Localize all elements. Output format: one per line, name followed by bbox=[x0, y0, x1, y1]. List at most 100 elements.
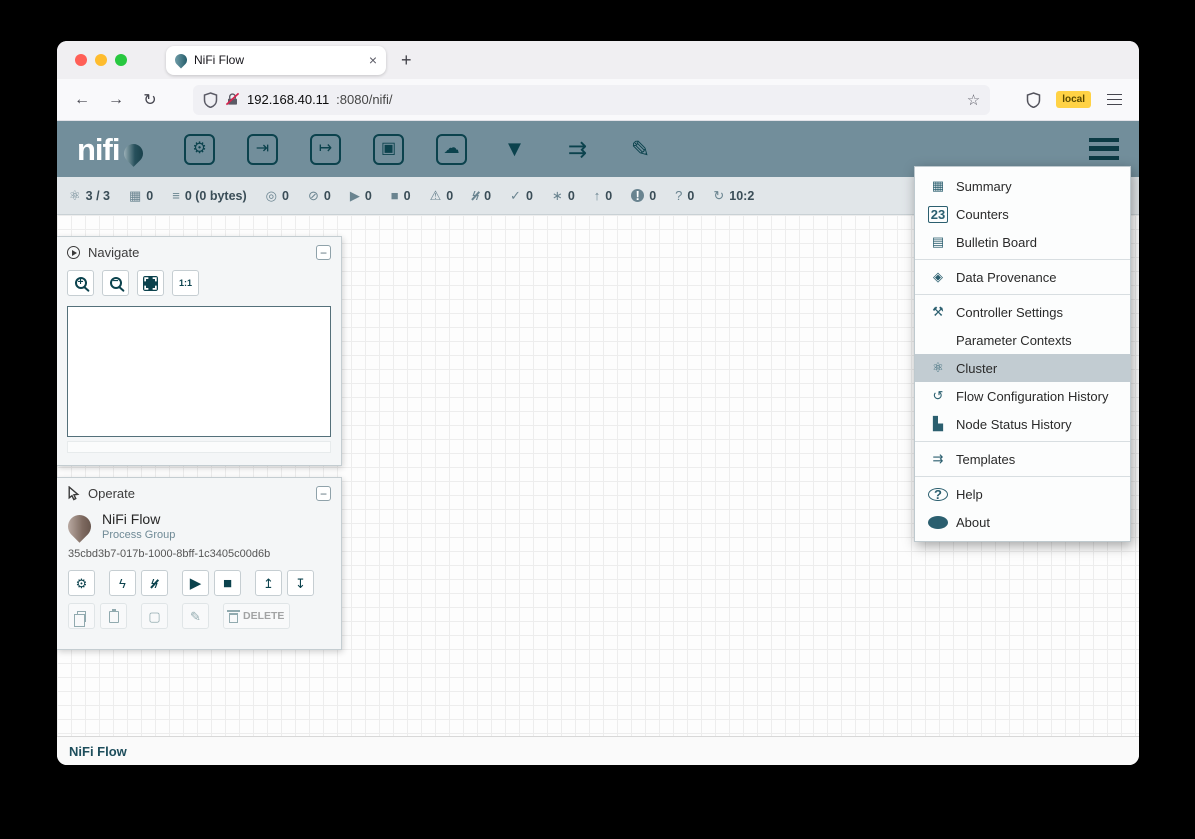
gear-icon: ⚙ bbox=[76, 577, 88, 590]
menu-item-label: Controller Settings bbox=[956, 305, 1063, 320]
url-path-text: :8080/nifi/ bbox=[336, 92, 392, 107]
menu-item-node-status-history[interactable]: ▙ Node Status History bbox=[915, 410, 1130, 438]
zoom-in-button[interactable] bbox=[67, 270, 94, 296]
stale-count-value: 0 bbox=[605, 189, 612, 203]
menu-item-bulletin-board[interactable]: ▤Bulletin Board bbox=[915, 228, 1130, 256]
templates-icon: ⇉ bbox=[928, 451, 948, 467]
locally-modified-stale-count: !0 bbox=[631, 189, 656, 203]
zoom-fit-button[interactable] bbox=[137, 270, 164, 296]
create-template-button[interactable]: ↧ bbox=[287, 570, 314, 596]
active-threads-icon: ▦ bbox=[129, 189, 141, 202]
about-icon: i bbox=[928, 516, 948, 529]
birdseye-view[interactable] bbox=[67, 306, 331, 437]
group-icon: ▢ bbox=[148, 610, 160, 623]
enable-button[interactable]: ϟ bbox=[109, 570, 136, 596]
configuration-button[interactable]: ⚙ bbox=[68, 570, 95, 596]
birdseye-strip bbox=[67, 441, 331, 453]
active-thread-count-value: 0 bbox=[146, 189, 153, 203]
transmitting-count-value: 0 bbox=[282, 189, 289, 203]
global-menu-button[interactable] bbox=[1089, 138, 1119, 160]
funnel-component[interactable]: ▼ bbox=[496, 138, 534, 160]
close-tab-icon[interactable]: × bbox=[369, 52, 377, 68]
tracking-protection-shield-icon[interactable] bbox=[203, 92, 218, 108]
menu-item-flow-configuration-history[interactable]: ↺Flow Configuration History bbox=[915, 382, 1130, 410]
menu-item-help[interactable]: ?Help bbox=[915, 480, 1130, 508]
navigate-icon bbox=[67, 246, 80, 259]
menu-item-controller-settings[interactable]: ⚒Controller Settings bbox=[915, 298, 1130, 326]
fit-icon bbox=[143, 276, 158, 291]
insecure-lock-icon[interactable] bbox=[225, 92, 240, 107]
funnel-icon: ▼ bbox=[504, 138, 526, 160]
zoom-actual-button[interactable]: 1:1 bbox=[172, 270, 199, 296]
nifi-drop-icon bbox=[120, 140, 147, 167]
menu-divider bbox=[915, 476, 1130, 477]
data-provenance-icon: ◈ bbox=[928, 269, 948, 285]
menu-item-label: About bbox=[956, 515, 990, 530]
upload-template-button[interactable]: ↥ bbox=[255, 570, 282, 596]
menu-item-data-provenance[interactable]: ◈Data Provenance bbox=[915, 263, 1130, 291]
browser-menu-button[interactable] bbox=[1099, 85, 1129, 115]
breadcrumb-bar: NiFi Flow bbox=[57, 736, 1139, 765]
start-button[interactable]: ▶ bbox=[182, 570, 209, 596]
label-component[interactable]: ✎ bbox=[622, 138, 660, 161]
menu-item-summary[interactable]: ▦Summary bbox=[915, 172, 1130, 200]
window-minimize-button[interactable] bbox=[95, 54, 107, 66]
queued-icon: ≡ bbox=[172, 189, 180, 202]
process-group-component[interactable]: ▣ bbox=[370, 134, 408, 165]
operate-header: Operate − bbox=[57, 478, 341, 509]
nifi-favicon-icon bbox=[173, 52, 190, 69]
brush-icon: ✎ bbox=[190, 610, 201, 623]
output-port-component[interactable]: ↦ bbox=[307, 134, 345, 165]
back-button[interactable]: ← bbox=[67, 85, 97, 115]
menu-item-label: Help bbox=[956, 487, 983, 502]
locally-modified-stale-icon: ! bbox=[631, 189, 644, 202]
invalid-count: ⚠0 bbox=[430, 189, 454, 203]
actual-size-icon: 1:1 bbox=[179, 279, 192, 288]
zoom-out-button[interactable] bbox=[102, 270, 129, 296]
collapse-operate-button[interactable]: − bbox=[316, 486, 331, 501]
forward-button[interactable]: → bbox=[101, 85, 131, 115]
locally-modified-stale-count-value: 0 bbox=[649, 189, 656, 203]
menu-item-parameter-contexts[interactable]: Parameter Contexts bbox=[915, 326, 1130, 354]
paste-button bbox=[100, 603, 127, 629]
sync-failure-icon: ? bbox=[675, 189, 682, 202]
menu-item-label: Templates bbox=[956, 452, 1015, 467]
collapse-navigate-button[interactable]: − bbox=[316, 245, 331, 260]
profile-badge[interactable]: local bbox=[1056, 91, 1091, 108]
last-refresh-time-value: 10:2 bbox=[729, 189, 754, 203]
component-toolbar: ⚙ ⇥ ↦ ▣ ☁ ▼ ⇉ ✎ bbox=[181, 134, 660, 165]
last-refresh-time: ↻10:2 bbox=[713, 189, 754, 203]
window-zoom-button[interactable] bbox=[115, 54, 127, 66]
stop-button[interactable]: ■ bbox=[214, 570, 241, 596]
not-transmitting-count-value: 0 bbox=[324, 189, 331, 203]
node-status-icon: ▙ bbox=[928, 416, 948, 432]
stop-icon: ■ bbox=[223, 576, 232, 591]
protections-shield-icon[interactable] bbox=[1018, 85, 1048, 115]
menu-item-counters[interactable]: 23Counters bbox=[915, 200, 1130, 228]
tab-nifi-flow[interactable]: NiFi Flow × bbox=[166, 46, 386, 75]
menu-item-about[interactable]: i About bbox=[915, 508, 1130, 536]
new-tab-button[interactable]: + bbox=[401, 50, 412, 71]
cluster-icon: ⚛ bbox=[69, 189, 81, 202]
processor-component[interactable]: ⚙ bbox=[181, 134, 219, 165]
disable-button[interactable]: ϟ bbox=[141, 570, 168, 596]
stopped-count-value: 0 bbox=[404, 189, 411, 203]
window-close-button[interactable] bbox=[75, 54, 87, 66]
template-component[interactable]: ⇉ bbox=[559, 138, 597, 161]
operate-icon bbox=[67, 486, 80, 501]
remote-process-group-icon: ☁ bbox=[436, 134, 467, 165]
input-port-component[interactable]: ⇥ bbox=[244, 134, 282, 165]
remote-process-group-component[interactable]: ☁ bbox=[433, 134, 471, 165]
url-bar[interactable]: 192.168.40.11:8080/nifi/ ☆ bbox=[193, 85, 990, 115]
disabled-count-value: 0 bbox=[484, 189, 491, 203]
reload-button[interactable]: ↻ bbox=[135, 85, 165, 115]
menu-item-templates[interactable]: ⇉ Templates bbox=[915, 445, 1130, 473]
breadcrumb[interactable]: NiFi Flow bbox=[69, 744, 127, 759]
stopped-icon: ■ bbox=[391, 189, 399, 202]
bookmark-star-icon[interactable]: ☆ bbox=[967, 91, 980, 109]
menu-item-cluster[interactable]: ⚛Cluster bbox=[915, 354, 1130, 382]
browser-toolbar: ← → ↻ 192.168.40.11:8080/nifi/ ☆ local bbox=[57, 79, 1139, 121]
bulletin-board-icon: ▤ bbox=[928, 234, 948, 250]
disabled-count: ϟ0 bbox=[472, 189, 491, 203]
menu-item-label: Node Status History bbox=[956, 417, 1072, 432]
